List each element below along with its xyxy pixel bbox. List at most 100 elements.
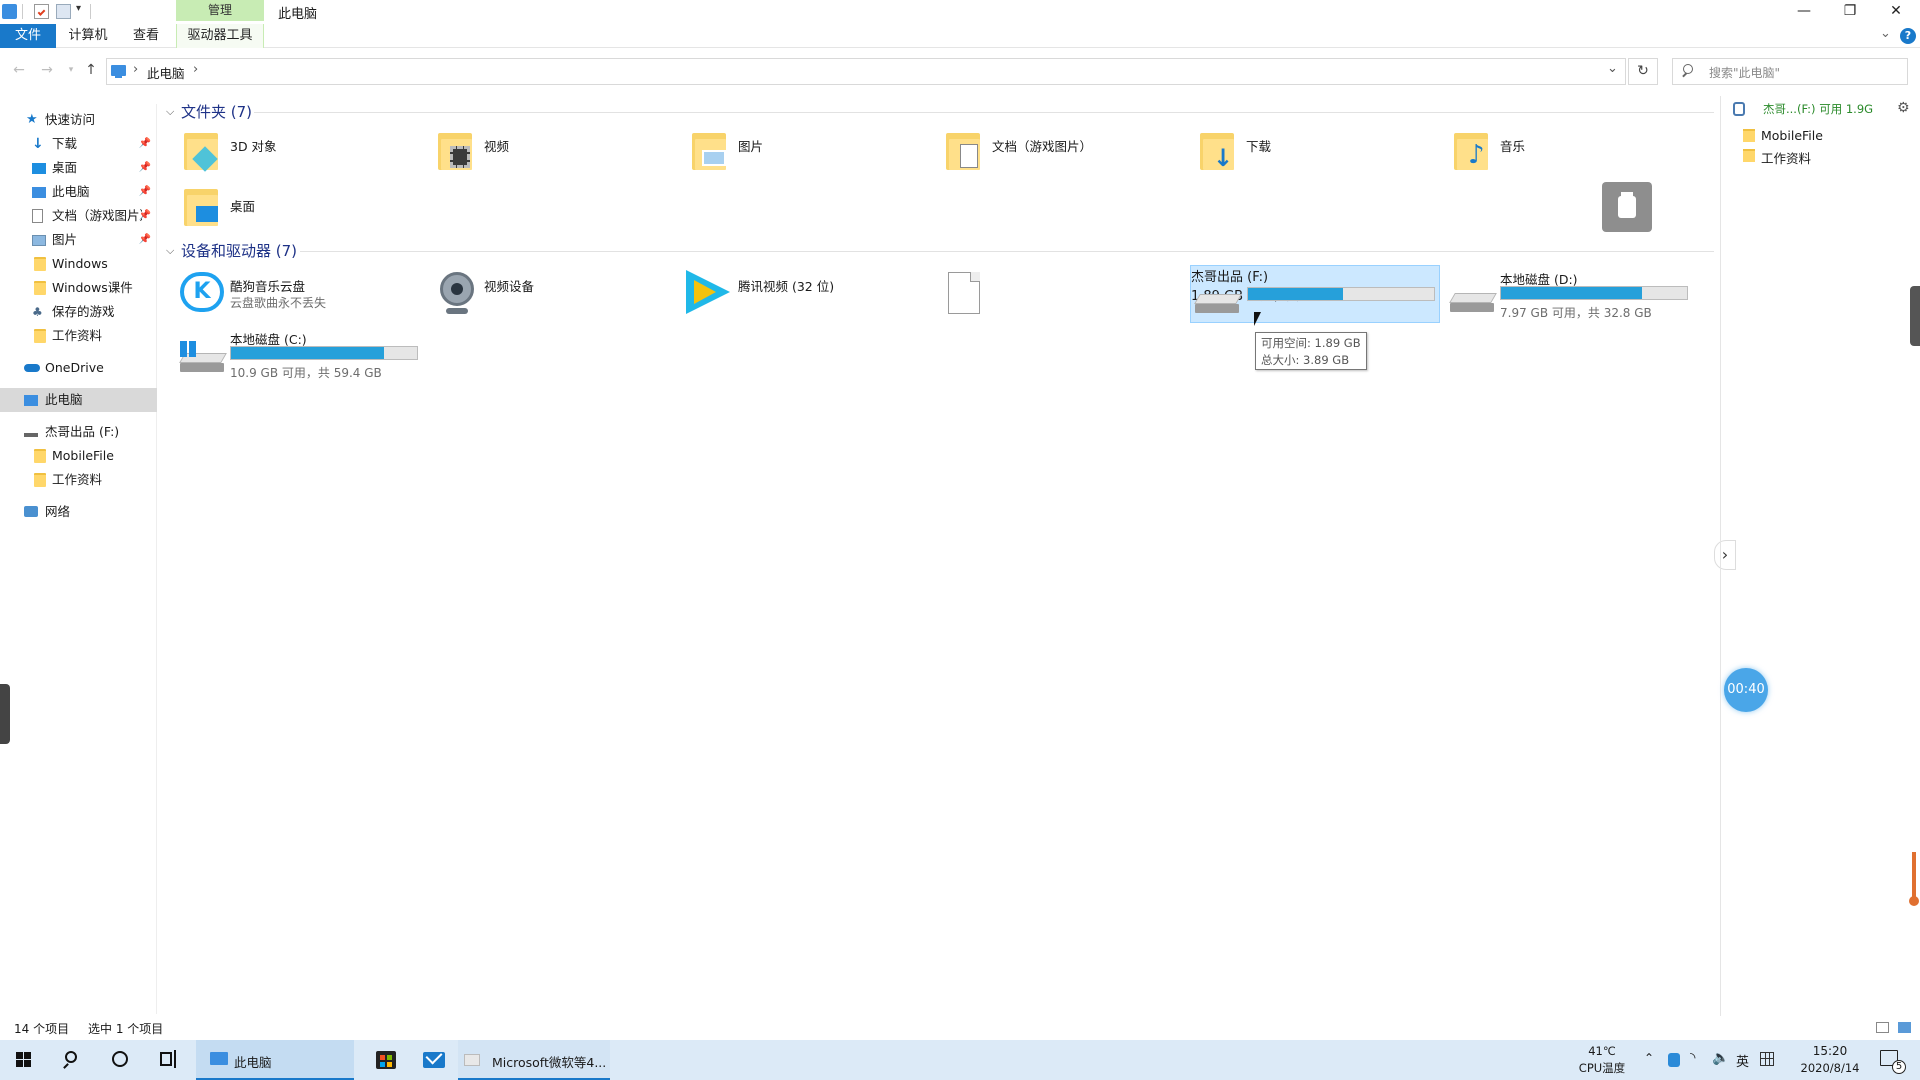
folder-desktop[interactable]: 桌面 <box>182 184 422 236</box>
nav-folder-windows-courseware[interactable]: Windows课件 <box>0 276 157 300</box>
nav-folder-work-f[interactable]: 工作资料 <box>0 468 157 492</box>
manage-context-tab[interactable]: 管理 <box>176 0 264 21</box>
nav-documents[interactable]: 文档（游戏图片） 📌 <box>0 204 157 228</box>
side-handle[interactable] <box>0 684 10 744</box>
tab-file[interactable]: 文件 <box>0 24 56 48</box>
tab-drive-tools[interactable]: 驱动器工具 <box>176 24 264 48</box>
folder-icon <box>34 281 46 295</box>
pin-icon[interactable]: 📌 <box>139 204 151 228</box>
tab-computer[interactable]: 计算机 <box>62 24 114 48</box>
pin-icon[interactable]: 📌 <box>139 228 151 252</box>
device-drive-f[interactable]: 杰哥出品 (F:) 1.89 GB 可用，共 3.89 GB <box>1190 265 1440 323</box>
device-drive-c[interactable]: 本地磁盘 (C:) 10.9 GB 可用，共 59.4 GB <box>178 325 428 383</box>
folder-icon <box>1743 129 1755 142</box>
ribbon-expand-icon[interactable]: ⌄ <box>1880 26 1891 41</box>
help-icon[interactable]: ? <box>1900 28 1916 44</box>
details-view-icon[interactable] <box>1876 1022 1889 1033</box>
nav-saved-games[interactable]: ♣ 保存的游戏 <box>0 300 157 324</box>
preview-item-work[interactable]: 工作资料 <box>1761 148 1811 167</box>
device-tencent-video[interactable]: 腾讯视频 (32 位) <box>684 270 934 320</box>
preview-header[interactable]: 杰哥...(F:) 可用 1.9G <box>1763 101 1873 117</box>
ime-layout-icon[interactable] <box>1760 1052 1774 1066</box>
clock-time[interactable]: 15:20 <box>1800 1044 1860 1058</box>
large-icons-view-icon[interactable] <box>1898 1022 1911 1033</box>
drive-preview-pane: 杰哥...(F:) 可用 1.9G ⚙ MobileFile 工作资料 <box>1720 96 1920 1016</box>
collapse-chevron-icon[interactable]: ⌵ <box>166 244 174 258</box>
nav-folder-windows[interactable]: Windows <box>0 252 157 276</box>
device-drive-d[interactable]: 本地磁盘 (D:) 7.97 GB 可用，共 32.8 GB <box>1448 265 1698 323</box>
device-label: 酷狗音乐云盘 <box>230 279 306 294</box>
group-header-devices[interactable]: 设备和驱动器 (7) <box>181 240 297 261</box>
device-kugou-cloud[interactable]: K 酷狗音乐云盘 云盘歌曲永不丢失 <box>178 270 428 320</box>
address-bar[interactable]: › 此电脑 › ⌄ <box>106 58 1626 85</box>
nav-pictures[interactable]: 图片 📌 <box>0 228 157 252</box>
volume-icon[interactable]: 🔈 <box>1712 1050 1729 1066</box>
folder-icon <box>34 257 46 271</box>
taskbar-app-browser[interactable]: Microsoft微软等4... <box>458 1040 610 1080</box>
minimize-button[interactable]: — <box>1781 0 1827 24</box>
tooltip-free-space: 可用空间: 1.89 GB <box>1261 336 1361 350</box>
taskbar-app-store[interactable] <box>366 1040 406 1080</box>
properties-icon[interactable] <box>34 4 49 19</box>
gear-icon[interactable]: ⚙ <box>1897 100 1910 116</box>
folder-3d-objects[interactable]: 3D 对象 <box>182 128 422 180</box>
nav-this-pc-quick[interactable]: 此电脑 📌 <box>0 180 157 204</box>
new-folder-icon[interactable] <box>56 4 71 19</box>
device-sub: 云盘歌曲永不丢失 <box>230 296 327 310</box>
breadcrumb-this-pc[interactable]: 此电脑 <box>147 63 185 82</box>
forward-button[interactable]: → <box>36 60 58 82</box>
recent-locations-icon[interactable]: ▾ <box>60 60 82 82</box>
nav-folder-work[interactable]: 工作资料 <box>0 324 157 348</box>
nav-onedrive[interactable]: OneDrive <box>0 356 157 380</box>
search-input[interactable]: 搜索"此电脑" <box>1672 58 1908 85</box>
address-dropdown-icon[interactable]: ⌄ <box>1607 61 1618 76</box>
drive-usage-fill <box>1248 288 1343 300</box>
nav-drive-f[interactable]: 杰哥出品 (F:) <box>0 420 157 444</box>
up-button[interactable]: ↑ <box>80 60 102 82</box>
device-video[interactable]: 视频设备 <box>436 270 676 320</box>
taskbar-app-explorer[interactable]: 此电脑 <box>196 1040 354 1080</box>
ime-mode[interactable]: 英 <box>1736 1051 1749 1070</box>
folder-music[interactable]: ♪ 音乐 <box>1452 128 1692 180</box>
divider <box>90 4 91 19</box>
folder-downloads[interactable]: ↓ 下载 <box>1198 128 1438 180</box>
nav-network[interactable]: 网络 <box>0 500 157 524</box>
nav-folder-mobilefile[interactable]: MobileFile <box>0 444 157 468</box>
cortana-icon[interactable] <box>108 1040 132 1080</box>
videos-icon <box>438 130 472 170</box>
navigation-pane: ★ 快速访问 ↓ 下载 📌 桌面 📌 此电脑 📌 文档（游戏图片） 📌 图片 📌 <box>0 104 157 1014</box>
device-unknown[interactable] <box>946 270 1006 320</box>
nav-label: 此电脑 <box>52 184 90 199</box>
collapse-chevron-icon[interactable]: ⌵ <box>166 105 174 119</box>
task-view-icon[interactable] <box>156 1040 180 1080</box>
search-icon[interactable] <box>60 1040 84 1080</box>
computer-icon <box>2 4 17 19</box>
folder-pictures[interactable]: 图片 <box>690 128 930 180</box>
folder-documents[interactable]: 文档（游戏图片） <box>944 128 1184 180</box>
wifi-icon[interactable]: ◝ <box>1690 1050 1695 1066</box>
search-icon-handle <box>1682 72 1687 78</box>
folder-label: 下载 <box>1246 139 1272 154</box>
qat-dropdown-icon[interactable]: ▾ <box>76 3 81 14</box>
nav-quick-access[interactable]: ★ 快速访问 <box>0 108 157 132</box>
preview-item-mobilefile[interactable]: MobileFile <box>1761 128 1823 143</box>
pin-icon[interactable]: 📌 <box>139 156 151 180</box>
nav-this-pc[interactable]: 此电脑 <box>0 388 157 412</box>
start-button[interactable] <box>12 1040 36 1080</box>
nav-downloads[interactable]: ↓ 下载 📌 <box>0 132 157 156</box>
pin-icon[interactable]: 📌 <box>139 132 151 156</box>
show-hidden-icons-icon[interactable]: ⌃ <box>1644 1051 1654 1065</box>
group-header-folders[interactable]: 文件夹 (7) <box>181 101 252 122</box>
nav-desktop[interactable]: 桌面 📌 <box>0 156 157 180</box>
taskbar-app-mail[interactable] <box>414 1040 454 1080</box>
pin-icon[interactable]: 📌 <box>139 180 151 204</box>
folder-videos[interactable]: 视频 <box>436 128 676 180</box>
tab-view[interactable]: 查看 <box>124 24 168 48</box>
close-button[interactable]: ✕ <box>1873 0 1919 24</box>
refresh-button[interactable]: ↻ <box>1628 58 1658 85</box>
back-button[interactable]: ← <box>8 60 30 82</box>
maximize-button[interactable]: ❐ <box>1827 0 1873 24</box>
security-tray-icon[interactable] <box>1668 1053 1680 1067</box>
breadcrumb-sep[interactable]: › <box>193 62 198 77</box>
clock-date[interactable]: 2020/8/14 <box>1796 1061 1864 1075</box>
